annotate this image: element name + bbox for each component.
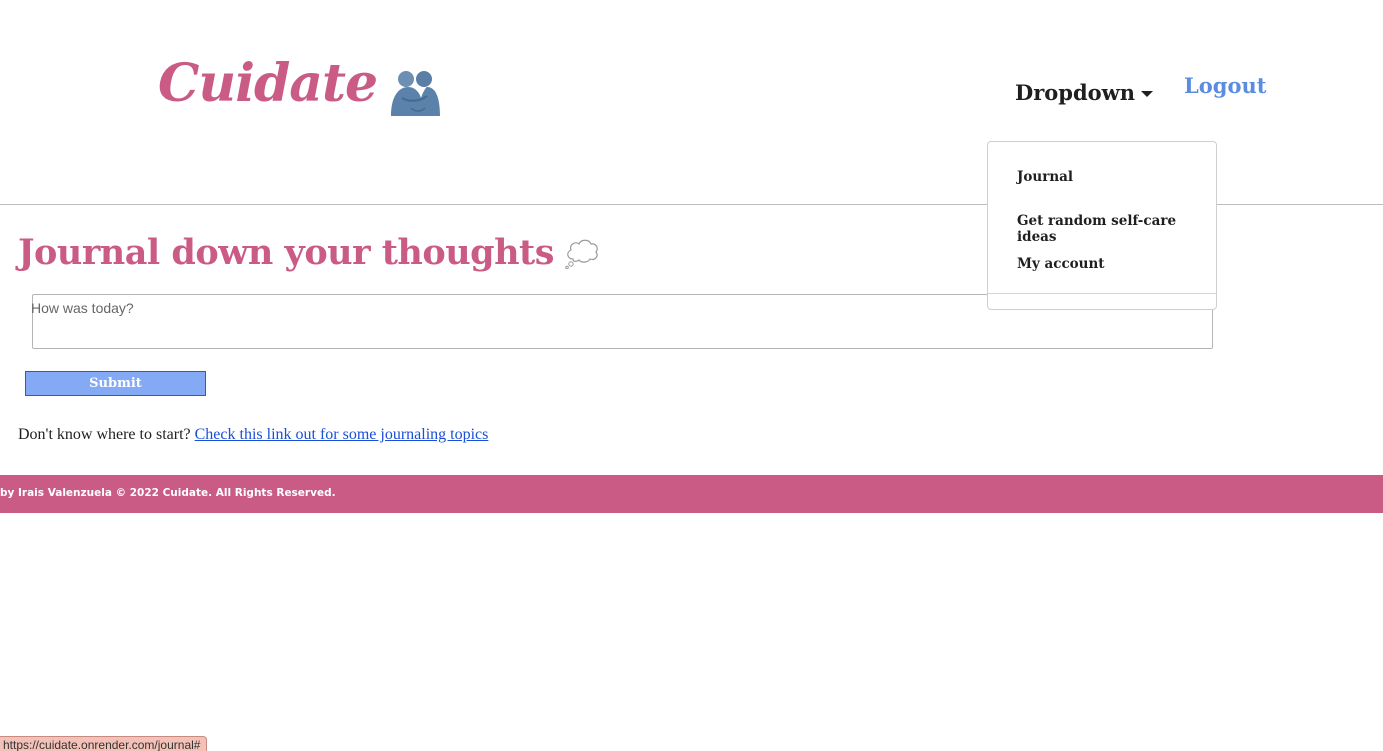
- help-prefix: Don't know where to start?: [18, 426, 191, 443]
- caret-down-icon: [1141, 90, 1154, 97]
- thought-balloon-icon: [565, 239, 598, 269]
- page: Cuidate Dropdown Logout Journal Get rand…: [0, 0, 1383, 751]
- dropdown-toggle[interactable]: Dropdown: [1015, 80, 1154, 105]
- brand-logo[interactable]: Cuidate: [158, 53, 441, 116]
- help-line: Don't know where to start? Check this li…: [18, 426, 488, 444]
- people-hugging-icon: [391, 71, 441, 116]
- menu-item-journal[interactable]: Journal: [1017, 169, 1073, 185]
- journal-placeholder: How was today?: [31, 300, 134, 316]
- menu-item-self-care-ideas[interactable]: Get random self-care ideas: [1017, 213, 1216, 245]
- brand-name: Cuidate: [158, 53, 378, 114]
- menu-item-my-account[interactable]: My account: [1017, 256, 1105, 272]
- page-title: Journal down your thoughts: [18, 232, 600, 273]
- footer: by Irais Valenzuela © 2022 Cuidate. All …: [0, 475, 1383, 513]
- menu-divider: [988, 293, 1216, 294]
- submit-button[interactable]: Submit: [25, 371, 206, 396]
- dropdown-menu: Journal Get random self-care ideas My ac…: [987, 141, 1217, 310]
- footer-copyright: by Irais Valenzuela © 2022 Cuidate. All …: [0, 487, 336, 499]
- status-bar-url: https://cuidate.onrender.com/journal#: [0, 736, 208, 751]
- dropdown-label: Dropdown: [1015, 80, 1136, 105]
- page-title-text: Journal down your thoughts: [18, 232, 554, 273]
- journaling-topics-link[interactable]: Check this link out for some journaling …: [195, 426, 489, 443]
- logout-link[interactable]: Logout: [1184, 73, 1266, 98]
